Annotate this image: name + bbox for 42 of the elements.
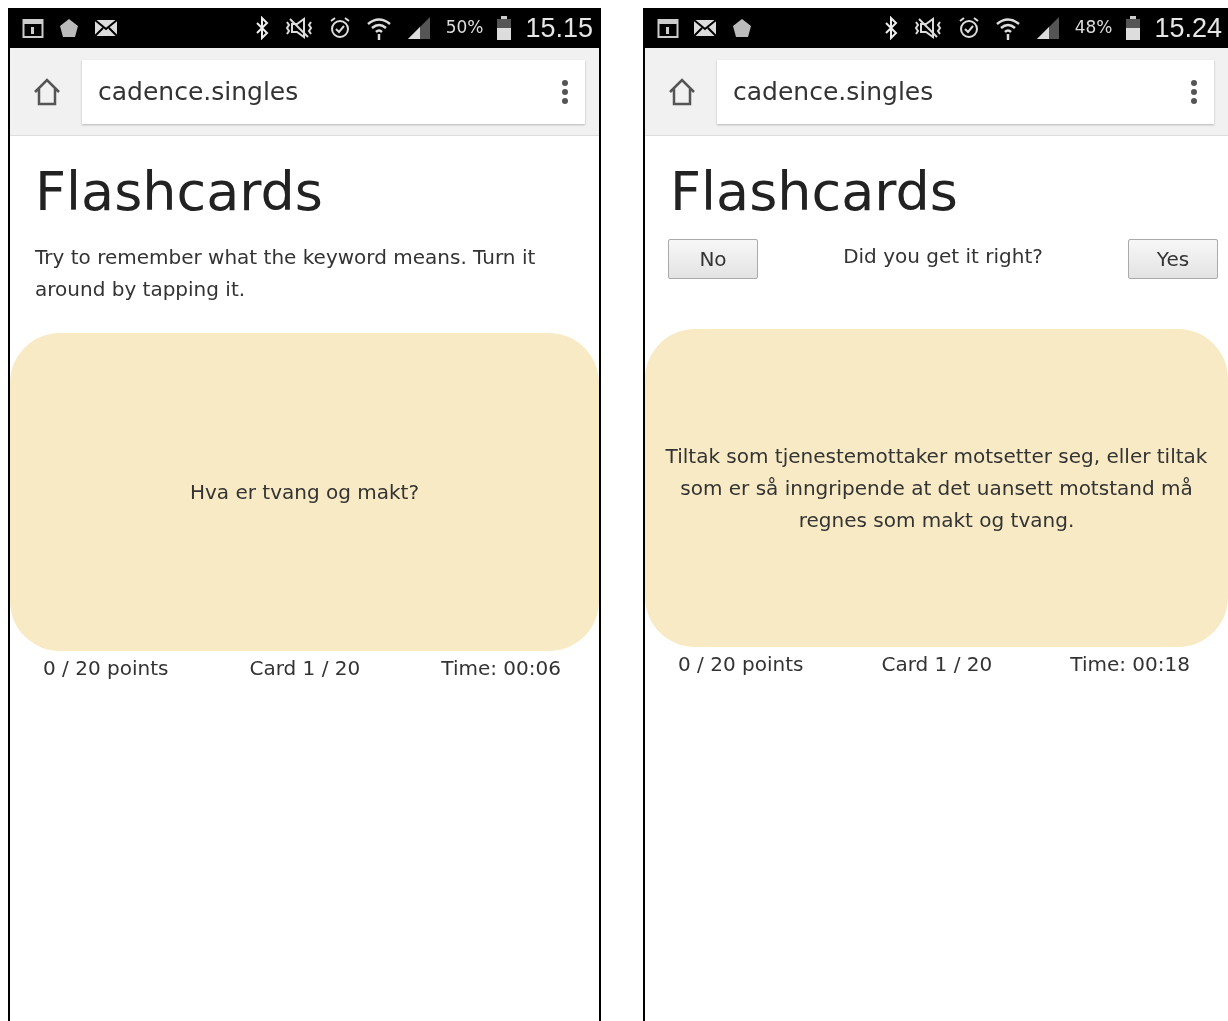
home-icon[interactable]	[667, 76, 697, 107]
card-text: Tiltak som tjenestemottaker motsetter seg, eller tiltak som er så inngripende at det uansett motstand må regnes som makt og tvang.	[664, 443, 1209, 535]
address-bar[interactable]: cadence.singles	[82, 59, 585, 124]
more-menu-icon[interactable]	[1190, 78, 1198, 105]
pentagon-icon	[58, 17, 80, 39]
more-menu-icon[interactable]	[561, 78, 569, 105]
timer-text: Time: 00:18	[1070, 651, 1190, 679]
prompt-text: Did you get it right?	[843, 243, 1043, 271]
status-time: 15.15	[525, 11, 593, 45]
wifi-icon	[365, 16, 392, 40]
address-text: cadence.singles	[98, 75, 300, 108]
card-text: Hva er tvang og makt?	[189, 479, 420, 507]
timer-text: Time: 00:06	[441, 655, 561, 683]
status-time: 15.24	[1154, 11, 1222, 45]
instructions-text: Try to remember what the keyword means. Turn it around by tapping it.	[35, 244, 537, 304]
card-counter: Card 1 / 20	[249, 655, 361, 683]
battery-icon	[1126, 16, 1141, 40]
mute-vibrate-icon	[912, 16, 943, 40]
address-bar[interactable]: cadence.singles	[717, 59, 1214, 124]
calendar-icon	[657, 17, 679, 39]
flashcard[interactable]: Tiltak som tjenestemottaker motsetter seg, eller tiltak som er så inngripende at det uansett motstand må regnes som makt og tvang.	[645, 329, 1228, 648]
mail-icon	[94, 18, 118, 38]
calendar-icon	[22, 17, 44, 39]
bluetooth-icon	[882, 16, 899, 40]
address-text: cadence.singles	[733, 75, 935, 108]
mute-vibrate-icon	[283, 16, 314, 40]
bluetooth-icon	[253, 16, 270, 40]
pentagon-icon	[731, 17, 753, 39]
points-text: 0 / 20 points	[43, 655, 169, 683]
home-icon[interactable]	[32, 76, 62, 107]
battery-percent: 48%	[1074, 16, 1113, 40]
page-title: Flashcards	[35, 162, 324, 222]
battery-percent: 50%	[445, 16, 484, 40]
card-counter: Card 1 / 20	[881, 651, 993, 679]
battery-icon	[497, 16, 512, 40]
points-text: 0 / 20 points	[678, 651, 804, 679]
wifi-icon	[994, 16, 1021, 40]
flashcard[interactable]: Hva er tvang og makt?	[10, 333, 599, 652]
no-button[interactable]: No	[668, 239, 758, 280]
yes-button[interactable]: Yes	[1128, 239, 1218, 280]
page-title: Flashcards	[670, 162, 959, 222]
mail-icon	[693, 18, 717, 38]
